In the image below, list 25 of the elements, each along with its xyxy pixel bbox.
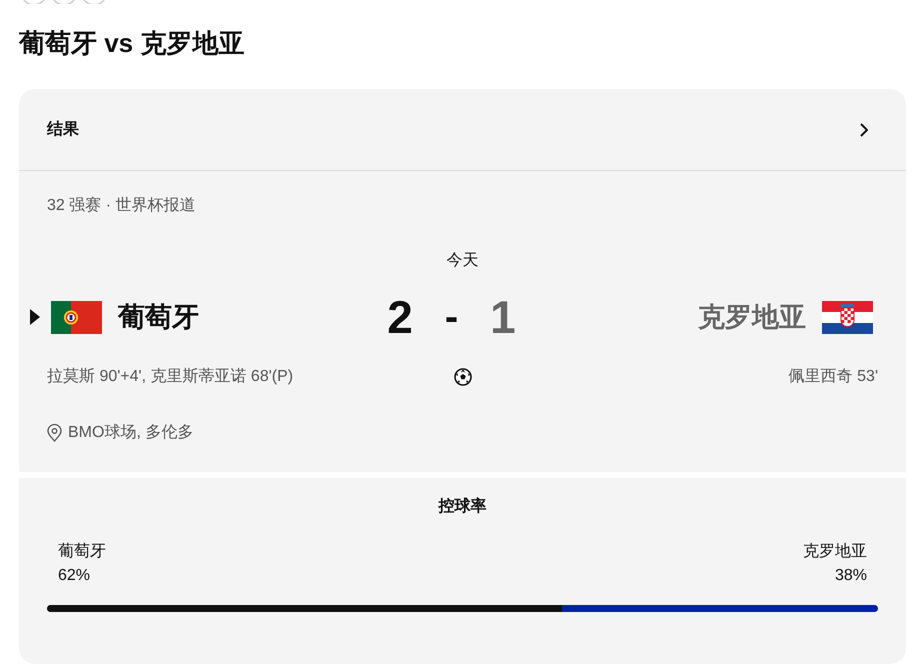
chevron-right-icon [860, 122, 868, 136]
page-title: 葡萄牙 vs 克罗地亚 [19, 27, 244, 59]
possession-percent: 62% [58, 566, 90, 586]
team-name: 克罗地亚 [698, 300, 806, 334]
match-date: 今天 [446, 251, 478, 271]
circle-outline-icon[interactable] [23, 0, 45, 4]
circle-outline-icon[interactable] [53, 0, 75, 4]
possession-title: 控球率 [438, 496, 486, 517]
goal-scorers: 佩里西奇 53' [788, 367, 878, 387]
competition-label: 32 强赛 · 世界杯报道 [47, 196, 196, 216]
results-header-link[interactable]: 结果 [19, 89, 906, 171]
team-name: 葡萄牙 [118, 300, 199, 334]
score-separator: - [444, 294, 458, 341]
team-score: 2 [387, 293, 413, 341]
location-pin-icon [47, 424, 62, 442]
possession-percent: 38% [834, 566, 867, 586]
soccer-ball-icon [454, 368, 472, 386]
flag-icon [51, 300, 102, 334]
flag-icon [822, 300, 874, 334]
goal-scorers: 拉莫斯 90'+4', 克里斯蒂亚诺 68'(P) [47, 368, 294, 385]
team-name: 克罗地亚 [803, 542, 867, 562]
venue-label: BMO球场, 多伦多 [68, 422, 194, 443]
team-name: 葡萄牙 [58, 542, 106, 562]
team-score: 1 [490, 293, 516, 341]
circle-outline-icon[interactable] [83, 0, 105, 4]
